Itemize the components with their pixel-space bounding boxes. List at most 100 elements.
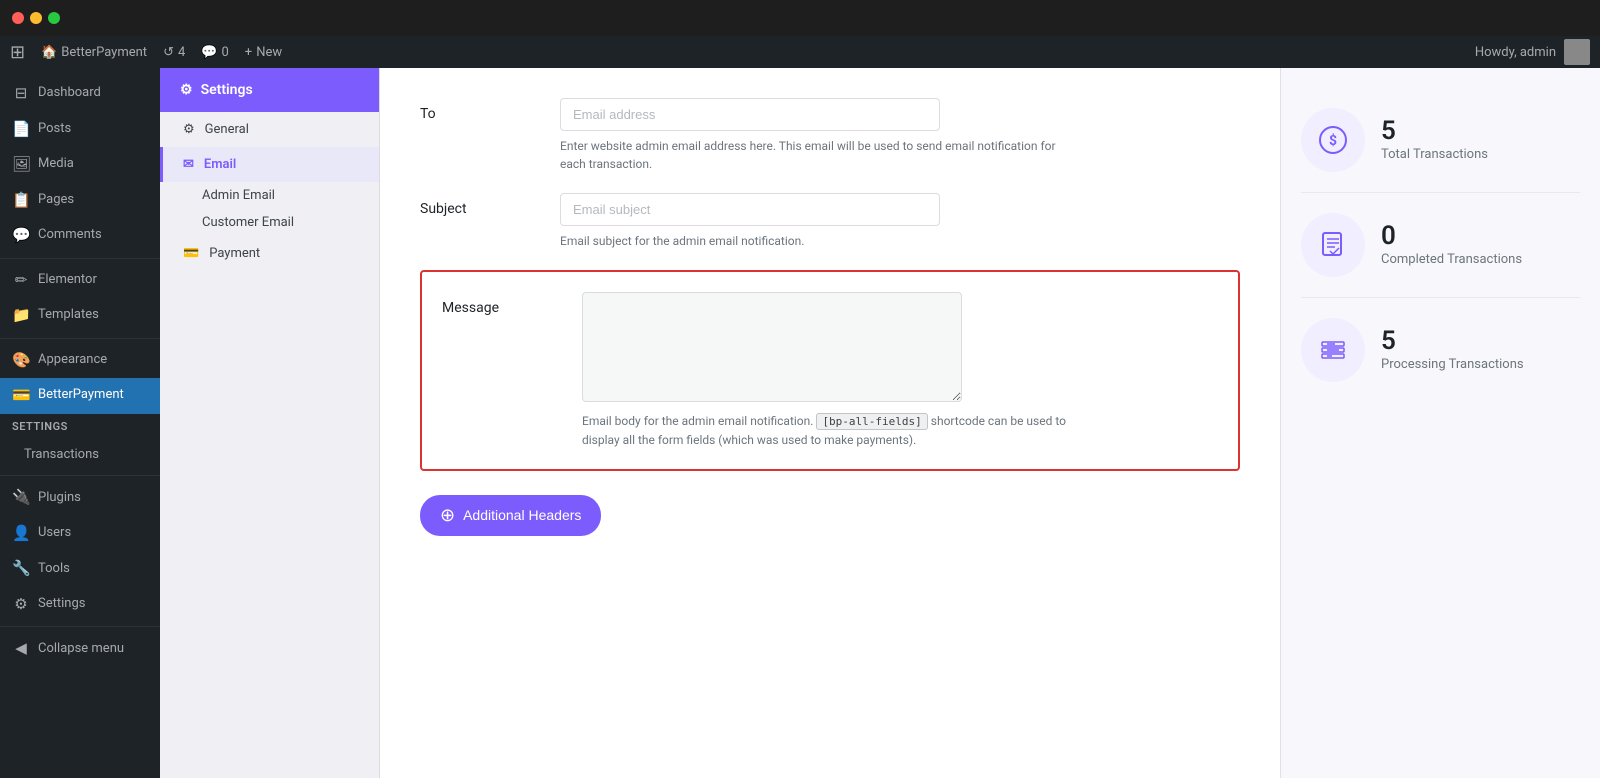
- dollar-circle-icon: $: [1317, 124, 1349, 156]
- sidebar-label: Pages: [38, 192, 74, 209]
- settings-nav-admin-email[interactable]: Admin Email: [160, 182, 379, 209]
- sidebar-item-settings[interactable]: ⚙ Settings: [0, 587, 160, 623]
- message-row: Message Email body for the admin email n…: [442, 292, 1218, 449]
- sidebar: ⊟ Dashboard 📄 Posts 🖼 Media 📋 Pages 💬 Co…: [0, 68, 160, 778]
- comments-item[interactable]: 💬 0: [201, 45, 229, 60]
- total-icon-circle: $: [1301, 108, 1365, 172]
- to-label: To: [420, 98, 540, 122]
- sidebar-item-elementor[interactable]: ✏ Elementor: [0, 263, 160, 299]
- sidebar-item-templates[interactable]: 📁 Templates: [0, 298, 160, 334]
- subject-row: Subject Email subject for the admin emai…: [420, 193, 1240, 250]
- sidebar-label: Templates: [38, 307, 99, 324]
- sidebar-item-transactions[interactable]: Transactions: [0, 439, 160, 472]
- revision-icon: ↺: [163, 45, 174, 60]
- completed-number: 0: [1381, 221, 1522, 251]
- to-field: Enter website admin email address here. …: [560, 98, 1240, 173]
- close-button[interactable]: [12, 12, 24, 24]
- stat-info-completed: 0 Completed Transactions: [1381, 221, 1522, 269]
- revisions-item[interactable]: ↺ 4: [163, 45, 185, 60]
- general-icon: ⚙: [183, 122, 195, 137]
- settings-nav-email[interactable]: ✉ Email: [160, 147, 379, 182]
- sidebar-label: Media: [38, 156, 74, 173]
- sidebar-label: Tools: [38, 561, 70, 578]
- templates-icon: 📁: [12, 306, 30, 326]
- pages-icon: 📋: [12, 191, 30, 211]
- site-name[interactable]: 🏠 BetterPayment: [41, 45, 147, 60]
- sidebar-label: Posts: [38, 121, 71, 138]
- admin-bar: ⊞ 🏠 BetterPayment ↺ 4 💬 0 + New Howdy, a…: [0, 36, 1600, 68]
- sidebar-item-users[interactable]: 👤 Users: [0, 516, 160, 552]
- settings-nav-payment[interactable]: 💳 Payment: [160, 236, 379, 271]
- media-icon: 🖼: [12, 155, 30, 175]
- subject-field: Email subject for the admin email notifi…: [560, 193, 1240, 250]
- sidebar-item-posts[interactable]: 📄 Posts: [0, 112, 160, 148]
- settings-sidebar: ⚙ Settings ⚙ General ✉ Email Admin Email…: [160, 68, 380, 778]
- sidebar-sep-4: [0, 626, 160, 627]
- settings-nav-general[interactable]: ⚙ General: [160, 112, 379, 147]
- message-textarea[interactable]: [582, 292, 962, 402]
- stat-card-processing: 5 Processing Transactions: [1301, 298, 1580, 402]
- message-label: Message: [442, 292, 562, 316]
- subject-input[interactable]: [560, 193, 940, 226]
- sidebar-label: Plugins: [38, 490, 81, 507]
- sidebar-item-collapse[interactable]: ◀ Collapse menu: [0, 631, 160, 667]
- sidebar-item-comments[interactable]: 💬 Comments: [0, 218, 160, 254]
- settings-section-label: Settings: [0, 414, 160, 439]
- betterpayment-icon: 💳: [12, 386, 30, 406]
- plus-circle-icon: ⊕: [440, 505, 455, 526]
- minimize-button[interactable]: [30, 12, 42, 24]
- dashboard-icon: ⊟: [12, 84, 30, 104]
- comment-icon: 💬: [201, 45, 217, 60]
- sidebar-item-plugins[interactable]: 🔌 Plugins: [0, 480, 160, 516]
- elementor-icon: ✏: [12, 271, 30, 291]
- appearance-icon: 🎨: [12, 351, 30, 371]
- new-item[interactable]: + New: [245, 45, 282, 60]
- sidebar-item-betterpayment[interactable]: 💳 BetterPayment: [0, 378, 160, 414]
- maximize-button[interactable]: [48, 12, 60, 24]
- svg-text:$: $: [1329, 132, 1337, 149]
- sidebar-item-media[interactable]: 🖼 Media: [0, 147, 160, 183]
- users-icon: 👤: [12, 524, 30, 544]
- wp-logo-icon[interactable]: ⊞: [10, 42, 25, 63]
- comments-icon: 💬: [12, 226, 30, 246]
- message-field: Email body for the admin email notificat…: [582, 292, 1218, 449]
- to-input[interactable]: [560, 98, 940, 131]
- completed-label: Completed Transactions: [1381, 251, 1522, 269]
- collapse-icon: ◀: [12, 639, 30, 659]
- sidebar-label: Collapse menu: [38, 641, 124, 658]
- sidebar-label: Appearance: [38, 352, 107, 369]
- document-check-icon: [1317, 229, 1349, 261]
- sidebar-item-appearance[interactable]: 🎨 Appearance: [0, 343, 160, 379]
- subject-label: Subject: [420, 193, 540, 217]
- settings-gear-icon: ⚙: [180, 82, 193, 98]
- message-section: Message Email body for the admin email n…: [420, 270, 1240, 471]
- tools-icon: 🔧: [12, 559, 30, 579]
- titlebar: [0, 0, 1600, 36]
- sidebar-item-dashboard[interactable]: ⊟ Dashboard: [0, 76, 160, 112]
- content-area: ⚙ Settings ⚙ General ✉ Email Admin Email…: [160, 68, 1600, 778]
- sidebar-item-tools[interactable]: 🔧 Tools: [0, 551, 160, 587]
- process-lines-icon: [1317, 334, 1349, 366]
- admin-bar-right: Howdy, admin: [1475, 39, 1590, 65]
- stat-card-completed: 0 Completed Transactions: [1301, 193, 1580, 298]
- settings-nav-customer-email[interactable]: Customer Email: [160, 209, 379, 236]
- payment-icon: 💳: [183, 246, 199, 261]
- plus-icon: +: [245, 45, 252, 60]
- howdy-label: Howdy, admin: [1475, 45, 1556, 60]
- message-hint: Email body for the admin email notificat…: [582, 412, 1082, 449]
- to-hint: Enter website admin email address here. …: [560, 137, 1060, 173]
- additional-headers-button[interactable]: ⊕ Additional Headers: [420, 495, 601, 536]
- right-panel: $ 5 Total Transactions: [1280, 68, 1600, 778]
- sidebar-sep-1: [0, 258, 160, 259]
- settings-tab-header[interactable]: ⚙ Settings: [160, 68, 379, 112]
- sidebar-item-pages[interactable]: 📋 Pages: [0, 183, 160, 219]
- main-content: To Enter website admin email address her…: [380, 68, 1280, 778]
- sidebar-label: Settings: [38, 596, 85, 613]
- total-label: Total Transactions: [1381, 146, 1488, 164]
- sidebar-sep-3: [0, 475, 160, 476]
- stat-info-processing: 5 Processing Transactions: [1381, 326, 1524, 374]
- sidebar-sep-2: [0, 338, 160, 339]
- to-row: To Enter website admin email address her…: [420, 98, 1240, 173]
- main-layout: ⊟ Dashboard 📄 Posts 🖼 Media 📋 Pages 💬 Co…: [0, 68, 1600, 778]
- avatar[interactable]: [1564, 39, 1590, 65]
